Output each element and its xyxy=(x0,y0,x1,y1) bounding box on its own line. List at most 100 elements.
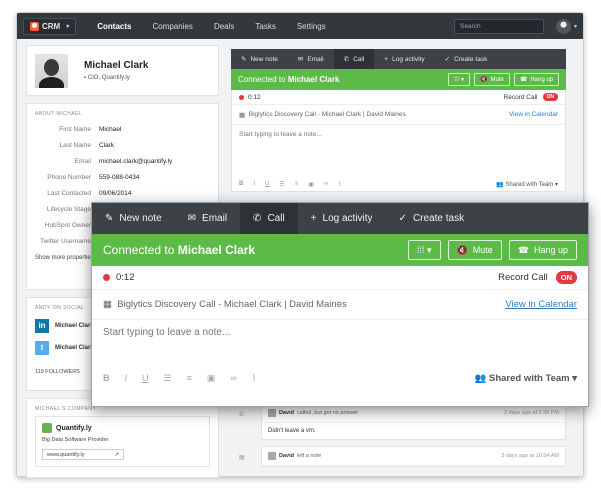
tab-log-activity[interactable]: + Log activity xyxy=(298,203,386,234)
link-icon[interactable]: ∞ xyxy=(324,181,328,187)
shared-with-team-dropdown[interactable]: 👥 Shared with Team ▾ xyxy=(496,181,558,188)
image-icon[interactable]: ▣ xyxy=(308,181,314,188)
crm-menu-button[interactable]: ✺ CRM ▾ xyxy=(23,17,77,35)
shared-with-team-dropdown[interactable]: 👥 Shared with Team ▾ xyxy=(475,373,577,384)
image-icon[interactable]: ▣ xyxy=(207,373,216,384)
contact-photo xyxy=(35,53,68,88)
field-value[interactable]: Clark xyxy=(99,142,114,149)
record-call-toggle[interactable]: ON xyxy=(555,271,577,284)
call-status-bar: Connected to Michael Clark ⁞⁞⁞ ▾ 🔇 Mute ☎… xyxy=(231,69,566,90)
search-input[interactable]: Search xyxy=(453,18,544,34)
hubspot-logo-icon: ✺ xyxy=(30,21,39,31)
view-in-calendar-link[interactable]: View in Calendar xyxy=(509,111,558,118)
linkedin-icon[interactable]: in xyxy=(35,319,49,333)
twitter-name[interactable]: Michael Clark xyxy=(55,345,94,351)
mute-icon: 🔇 xyxy=(480,77,488,83)
tab-label: Log activity xyxy=(322,213,373,224)
tab-email[interactable]: ✉ Email xyxy=(288,49,334,69)
calendar-icon: ▦ xyxy=(103,299,118,310)
chevron-down-icon: ▾ xyxy=(66,23,70,30)
hang-up-button[interactable]: ☎ Hang up xyxy=(508,240,577,260)
bold-icon[interactable]: B xyxy=(103,373,110,383)
tab-create-task[interactable]: ✓ Create task xyxy=(435,49,498,69)
field-value[interactable]: 09/06/2014 xyxy=(99,190,132,197)
nav-companies[interactable]: Companies xyxy=(152,22,192,31)
note-textarea[interactable]: Start typing to leave a note... xyxy=(92,320,588,366)
linkedin-name[interactable]: Michael Clark xyxy=(55,323,94,329)
italic-icon[interactable]: I xyxy=(253,181,255,187)
tab-label: Call xyxy=(353,55,365,63)
user-avatar[interactable] xyxy=(555,18,571,34)
keypad-button[interactable]: ⁞⁞⁞ ▾ xyxy=(448,73,470,86)
field-row[interactable]: Phone Number 559-088-0434 xyxy=(27,169,218,185)
company-name[interactable]: Quantify.ly xyxy=(56,425,92,432)
tab-new-note[interactable]: ✎ New note xyxy=(231,49,288,69)
timeline-time: 2 days ago at 2:28 PM xyxy=(503,410,559,416)
field-label: Lifecycle Stage xyxy=(46,205,91,213)
field-value[interactable]: Michael xyxy=(99,126,121,133)
hang-up-button[interactable]: ☎ Hang up xyxy=(513,73,559,86)
envelope-icon: ✉ xyxy=(297,56,304,63)
view-in-calendar-link[interactable]: View in Calendar xyxy=(505,299,577,310)
attachment-icon[interactable]: ⌇ xyxy=(252,373,256,384)
plus-icon: + xyxy=(310,213,317,224)
nav-deals[interactable]: Deals xyxy=(214,22,234,31)
italic-icon[interactable]: I xyxy=(125,373,128,383)
field-row[interactable]: Last Contacted 09/06/2014 xyxy=(27,185,218,201)
nav-tasks[interactable]: Tasks xyxy=(255,22,275,31)
timeline-author[interactable]: David xyxy=(279,410,294,416)
shared-label: Shared with Team xyxy=(505,181,554,188)
chevron-down-icon[interactable]: ▾ xyxy=(574,23,577,30)
composer-tabs: ✎ New note ✉ Email ✆ Call + Log activity ✓ Cr… xyxy=(92,203,588,234)
link-icon[interactable]: ∞ xyxy=(230,373,236,383)
field-value[interactable]: michael.clark@quantify.ly xyxy=(99,158,172,165)
nav-settings[interactable]: Settings xyxy=(297,22,326,31)
top-navigation: ✺ CRM ▾ Contacts Companies Deals Tasks S… xyxy=(17,13,583,39)
field-row[interactable]: Email michael.clark@quantify.ly xyxy=(27,153,218,169)
tab-log-activity[interactable]: + Log activity xyxy=(374,49,434,69)
company-url-button[interactable]: www.quantify.ly ↗ xyxy=(42,449,124,460)
keypad-icon: ⁞⁞⁞ ▾ xyxy=(454,77,464,83)
record-call-label: Record Call xyxy=(503,93,538,101)
tab-new-note[interactable]: ✎ New note xyxy=(92,203,175,234)
tab-email[interactable]: ✉ Email xyxy=(175,203,240,234)
tab-create-task[interactable]: ✓ Create task xyxy=(386,203,478,234)
field-row[interactable]: Last Name Clark xyxy=(27,137,218,153)
avatar xyxy=(268,409,276,417)
numbered-list-icon[interactable]: ≡ xyxy=(187,373,192,383)
timeline-author[interactable]: David xyxy=(279,453,294,459)
call-subject: Biglytics Discovery Call - Michael Clark… xyxy=(248,111,406,118)
attachment-icon[interactable]: ⌇ xyxy=(338,181,341,188)
underline-icon[interactable]: U xyxy=(265,181,269,187)
timeline-action: left a note xyxy=(296,453,322,459)
mute-label: Mute xyxy=(472,245,493,255)
field-value[interactable]: 559-088-0434 xyxy=(99,174,139,181)
mute-button[interactable]: 🔇 Mute xyxy=(474,73,510,86)
phone-icon: ✆ xyxy=(253,213,262,224)
timeline-item: ✆ David called, but got no answer 2 days a… xyxy=(231,403,566,446)
recording-dot-icon xyxy=(239,94,244,100)
underline-icon[interactable]: U xyxy=(142,373,149,383)
field-label: Email xyxy=(74,157,91,165)
check-circle-icon: ✓ xyxy=(398,213,407,224)
note-textarea[interactable]: Start typing to leave a note... xyxy=(232,125,565,177)
twitter-icon[interactable]: t xyxy=(35,341,49,355)
call-composer-zoom: ✎ New note ✉ Email ✆ Call + Log activity ✓ Cr… xyxy=(91,202,589,407)
mute-icon: 🔇 xyxy=(456,244,468,255)
nav-contacts[interactable]: Contacts xyxy=(97,22,131,31)
bold-icon[interactable]: B xyxy=(239,181,243,187)
bullet-list-icon[interactable]: ☰ xyxy=(164,373,172,384)
external-link-icon: ↗ xyxy=(114,452,119,458)
field-row[interactable]: First Name Michael xyxy=(27,121,218,137)
tab-call[interactable]: ✆ Call xyxy=(240,203,298,234)
keypad-icon: ⁞⁞⁞ ▾ xyxy=(416,244,432,255)
bullet-list-icon[interactable]: ☰ xyxy=(279,181,284,188)
numbered-list-icon[interactable]: ≡ xyxy=(295,181,299,187)
keypad-button[interactable]: ⁞⁞⁞ ▾ xyxy=(407,240,441,260)
check-circle-icon: ✓ xyxy=(444,56,451,63)
record-call-toggle[interactable]: ON xyxy=(542,93,558,101)
tab-call[interactable]: ✆ Call xyxy=(333,49,375,69)
connected-contact: Michael Clark xyxy=(177,243,256,257)
mute-button[interactable]: 🔇 Mute xyxy=(447,240,502,260)
company-box[interactable]: Quantify.ly Big Data Software Provider w… xyxy=(35,416,210,467)
